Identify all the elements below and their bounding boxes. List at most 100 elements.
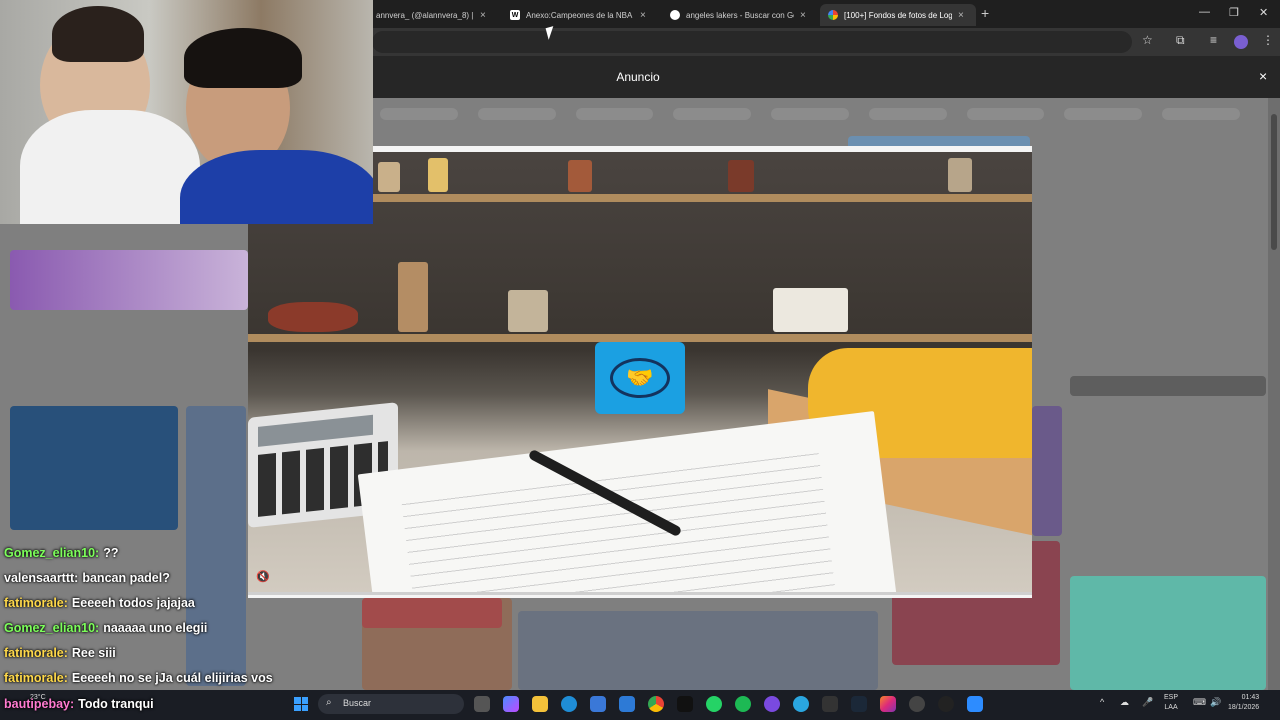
stream-chat: Gomez_elian10:?? valensaarttt: bancan pad…	[4, 546, 304, 696]
river-shirt	[20, 110, 200, 224]
hair	[184, 28, 302, 88]
chevron-up-icon[interactable]: ^	[1100, 697, 1104, 707]
ad-title: Anuncio	[616, 70, 660, 84]
hair	[52, 6, 144, 62]
store-icon[interactable]	[590, 696, 606, 712]
new-tab-button[interactable]: +	[981, 5, 989, 21]
whatsapp-icon[interactable]	[706, 696, 722, 712]
thumbnail	[1070, 576, 1266, 690]
edge-dev-icon[interactable]	[793, 696, 809, 712]
chrome-icon[interactable]	[648, 696, 664, 712]
onedrive-icon[interactable]: ☁	[1120, 697, 1129, 708]
tab-close-icon[interactable]: ×	[480, 10, 490, 21]
chat-username: valensaarttt:	[4, 571, 79, 585]
file-explorer-icon[interactable]	[532, 696, 548, 712]
menu-kebab-icon[interactable]: ⋮	[1262, 33, 1274, 47]
jar	[428, 158, 448, 192]
edge-icon[interactable]	[561, 696, 577, 712]
address-bar[interactable]	[372, 31, 1132, 53]
blue-jersey	[180, 150, 373, 224]
zoom-icon[interactable]	[967, 696, 983, 712]
spotify-icon[interactable]	[735, 696, 751, 712]
clock-time: 01:43	[1241, 694, 1260, 701]
site-icon	[828, 10, 838, 20]
windows-taskbar	[0, 690, 1280, 720]
bookmark-star-icon[interactable]: ☆	[1142, 33, 1153, 47]
chat-message: bautipebay: Todo tranqui	[4, 697, 154, 720]
bowl	[268, 302, 358, 332]
profile-avatar[interactable]	[1234, 35, 1248, 49]
promo-banner	[10, 250, 248, 310]
thumbnail	[1032, 406, 1062, 536]
chat-text: ??	[103, 546, 119, 560]
chatgpt-icon[interactable]	[938, 696, 954, 712]
brand-logo: 🤝	[595, 342, 685, 414]
thumbnail	[518, 611, 878, 690]
chat-message: Gomez_elian10: naaaaa uno elegii	[4, 621, 304, 646]
jar	[948, 158, 972, 192]
network-icon[interactable]: ⌨	[1193, 697, 1206, 708]
steam-icon[interactable]	[851, 696, 867, 712]
microphone-icon[interactable]: 🎤	[1142, 697, 1153, 708]
tab-google-search[interactable]: angeles lakers - Buscar con Google ×	[662, 4, 818, 26]
restore-button[interactable]: ❐	[1229, 6, 1239, 19]
tab-tiktok[interactable]: annvera_ (@alannvera_8) | TikTok ×	[368, 4, 498, 26]
jar	[398, 262, 428, 332]
capcut-icon[interactable]	[822, 696, 838, 712]
chat-text: Ree siii	[71, 646, 116, 660]
instagram-icon[interactable]	[880, 696, 896, 712]
chat-text: Eeeeeh todos jajajaa	[71, 596, 195, 610]
volume-icon[interactable]: 🔊	[1210, 697, 1221, 708]
tab-logos[interactable]: [100+] Fondos de fotos de Logos ×	[820, 4, 976, 26]
tab-title: annvera_ (@alannvera_8) | TikTok	[376, 10, 474, 20]
tab-close-icon[interactable]: ×	[800, 10, 810, 21]
jar	[728, 160, 754, 192]
chat-text: naaaaa uno elegii	[103, 621, 208, 635]
chat-message: Gomez_elian10:??	[4, 546, 304, 571]
thumbnail	[362, 598, 502, 628]
windows-start-icon[interactable]	[294, 697, 308, 711]
chat-text: Eeeeeh no se jJa cuál elijirias vos	[71, 671, 273, 685]
chat-username: Gomez_elian10:	[4, 546, 100, 560]
ad-progress-bar	[248, 592, 1032, 595]
ad-close-button[interactable]: ×	[1259, 68, 1267, 84]
chat-message: valensaarttt: bancan padel?	[4, 571, 304, 596]
jar	[773, 288, 848, 332]
chat-username: fatimorale:	[4, 671, 68, 685]
chat-username: fatimorale:	[4, 646, 68, 660]
tab-title: [100+] Fondos de fotos de Logos	[844, 10, 952, 20]
app-icon[interactable]	[909, 696, 925, 712]
extensions-icon[interactable]: ⧉	[1176, 33, 1185, 48]
wikipedia-icon: W	[510, 10, 520, 20]
page-scrollbar-thumb[interactable]	[1271, 114, 1277, 250]
media-controls-icon[interactable]: ≡	[1210, 33, 1217, 47]
taskbar-search[interactable]	[318, 694, 464, 714]
tab-wikipedia[interactable]: W Anexo:Campeones de la NBA - Wikipedia …	[502, 4, 658, 26]
handshake-icon: 🤝	[610, 358, 670, 398]
mail-icon[interactable]	[619, 696, 635, 712]
chat-username: fatimorale:	[4, 596, 68, 610]
close-window-button[interactable]: ✕	[1259, 6, 1268, 19]
chat-text: bancan padel?	[82, 571, 170, 585]
app-icon[interactable]	[764, 696, 780, 712]
language-indicator[interactable]: ESP LAA	[1164, 693, 1178, 713]
keyboard-layout: LAA	[1164, 704, 1178, 711]
chat-username: bautipebay:	[4, 697, 75, 711]
chat-text: Todo tranqui	[78, 697, 154, 711]
jar	[568, 160, 592, 192]
language-code: ESP	[1164, 694, 1179, 701]
tab-title: Anexo:Campeones de la NBA - Wikipedia	[526, 10, 634, 20]
tab-close-icon[interactable]: ×	[958, 10, 968, 21]
chat-message: fatimorale: Ree siii	[4, 646, 304, 671]
tiktok-icon[interactable]	[677, 696, 693, 712]
tab-close-icon[interactable]: ×	[640, 10, 650, 21]
filter-bar	[380, 108, 1241, 126]
jar	[508, 290, 548, 332]
taskbar-search-label: Buscar	[343, 698, 372, 708]
system-clock[interactable]: 01:43 18/1/2026	[1228, 693, 1259, 713]
clock-date: 18/1/2026	[1228, 704, 1260, 711]
google-icon	[670, 10, 680, 20]
copilot-icon[interactable]	[503, 696, 519, 712]
minimize-button[interactable]: —	[1199, 6, 1210, 18]
task-view-icon[interactable]	[474, 696, 490, 712]
